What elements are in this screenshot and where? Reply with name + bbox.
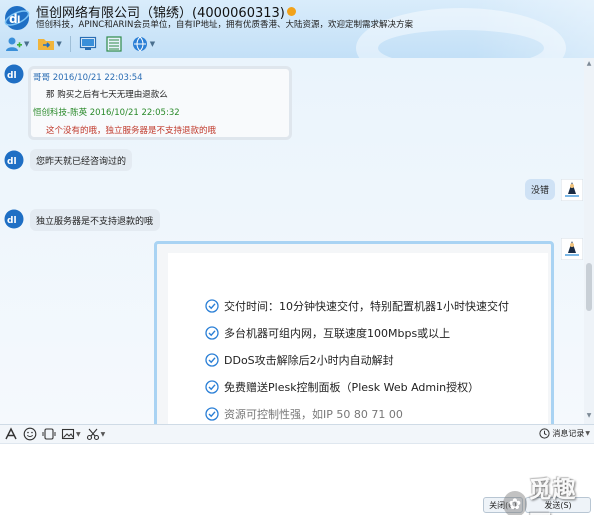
- chevron-down-icon: ▼: [56, 40, 62, 48]
- check-circle-icon: [205, 299, 219, 313]
- my-message-text: 没错: [530, 186, 549, 196]
- toolbar-divider: [69, 36, 71, 52]
- quote-text-1: 那 购买之后有七天无理由退款么: [46, 90, 168, 100]
- check-circle-icon: [205, 353, 219, 367]
- feature-text: 交付时间：10分钟快速交付，特别配置机器1小时快速交付: [224, 300, 509, 313]
- screenshot-button[interactable]: ▼: [86, 427, 106, 441]
- contact-avatar-icon[interactable]: dl: [4, 150, 24, 170]
- check-circle-icon: [205, 326, 219, 340]
- message-bubble: 您昨天就已经咨询过的: [30, 149, 132, 171]
- chevron-down-icon: ▼: [24, 40, 30, 48]
- watermark-logo-icon: ✿: [503, 491, 527, 515]
- more-apps-icon: [132, 36, 147, 52]
- remote-desktop-icon: [79, 36, 96, 50]
- svg-text:l: l: [17, 15, 20, 26]
- shake-button[interactable]: [42, 427, 56, 441]
- clock-icon: [539, 428, 550, 439]
- feature-item: 资源可控制性强，如IP 50 80 71 00: [205, 406, 403, 422]
- contact-avatar-icon[interactable]: dl: [4, 209, 24, 229]
- chevron-down-icon: ▼: [76, 430, 81, 438]
- chat-scrollbar[interactable]: ▲ ▼: [584, 58, 594, 424]
- header-toolbar: ▼ ▼ ▼: [0, 33, 157, 55]
- feature-item: 免费赠送Plesk控制面板（Plesk Web Admin授权）: [205, 379, 479, 395]
- feature-item: 交付时间：10分钟快速交付，特别配置机器1小时快速交付: [205, 298, 509, 314]
- message-bubble: 独立服务器是不支持退款的哦: [30, 209, 160, 231]
- chevron-down-icon: ▼: [100, 430, 106, 438]
- company-logo-icon[interactable]: d l: [4, 5, 30, 31]
- transfer-file-button[interactable]: ▼: [35, 34, 63, 54]
- window-subtitle: 恒创科技，APINC和ARIN会员单位，自有IP地址，拥有优质香港、大陆资源，欢…: [36, 20, 413, 30]
- image-message-card[interactable]: 交付时间：10分钟快速交付，特别配置机器1小时快速交付 多台机器可组内网，互联速…: [154, 241, 554, 424]
- feature-text: DDoS攻击解除后2小时内自动解封: [224, 354, 394, 367]
- check-circle-icon: [205, 380, 219, 394]
- emoji-button[interactable]: [23, 427, 37, 441]
- svg-text:dl: dl: [7, 71, 17, 81]
- image-message-content: 交付时间：10分钟快速交付，特别配置机器1小时快速交付 多台机器可组内网，互联速…: [168, 253, 548, 424]
- contact-avatar-icon[interactable]: dl: [4, 64, 24, 84]
- check-circle-icon: [205, 407, 219, 421]
- my-message-bubble: 没错: [525, 179, 555, 200]
- feature-text: 免费赠送Plesk控制面板（Plesk Web Admin授权）: [224, 381, 480, 394]
- scroll-down-arrow-icon[interactable]: ▼: [585, 412, 593, 420]
- quote-sender-1: 哥哥 2016/10/21 22:03:54: [33, 73, 143, 83]
- feature-item: 多台机器可组内网，互联速度100Mbps或以上: [205, 325, 450, 341]
- quote-sender-2: 恒创科技-陈英 2016/10/21 22:05:32: [33, 108, 180, 118]
- quoted-message-bubble: 哥哥 2016/10/21 22:03:54 那 购买之后有七天无理由退款么 恒…: [28, 66, 292, 140]
- transfer-file-icon: [38, 39, 55, 50]
- chat-history[interactable]: dl 哥哥 2016/10/21 22:03:54 那 购买之后有七天无理由退款…: [0, 58, 594, 424]
- svg-text:dl: dl: [7, 216, 17, 226]
- my-avatar-icon[interactable]: [561, 179, 583, 201]
- my-avatar-icon[interactable]: [561, 238, 583, 260]
- emoji-icon: [23, 427, 37, 441]
- font-button[interactable]: [4, 427, 18, 441]
- watermark: ✿ 觅趣网: [503, 470, 594, 515]
- chat-header: d l 恒创网络有限公司（锦绣）(4000060313) 恒创科技，APINC和…: [0, 0, 594, 58]
- input-toolbar: ▼ ▼ 消息记录 ▼: [0, 424, 594, 444]
- add-contact-button[interactable]: ▼: [3, 34, 31, 54]
- message-text: 您昨天就已经咨询过的: [36, 156, 127, 167]
- scroll-thumb[interactable]: [586, 263, 592, 311]
- feature-text: 资源可控制性强，如IP 50 80 71 00: [224, 408, 403, 421]
- app-panel-icon: [106, 36, 122, 52]
- feature-item: DDoS攻击解除后2小时内自动解封: [205, 352, 394, 368]
- scroll-up-arrow-icon[interactable]: ▲: [585, 60, 593, 68]
- image-button[interactable]: ▼: [61, 427, 81, 441]
- message-history-label: 消息记录: [552, 429, 585, 438]
- watermark-text: 觅趣网: [528, 477, 577, 515]
- remote-desktop-button[interactable]: [77, 34, 99, 54]
- feature-text: 多台机器可组内网，互联速度100Mbps或以上: [224, 327, 451, 340]
- app-panel-button[interactable]: [103, 34, 125, 54]
- shake-icon: [42, 428, 56, 440]
- svg-text:dl: dl: [7, 157, 17, 167]
- font-icon: [5, 427, 17, 440]
- add-contact-icon: [6, 37, 22, 51]
- chevron-down-icon: ▼: [149, 40, 156, 48]
- more-apps-button[interactable]: ▼: [129, 34, 157, 54]
- message-text: 独立服务器是不支持退款的哦: [36, 216, 154, 227]
- quote-text-2: 这个没有的哦，独立服务器是不支持退款的哦: [46, 126, 217, 136]
- header-glow: [474, 0, 594, 58]
- scissors-icon: [86, 428, 99, 441]
- chevron-down-icon: ▼: [585, 430, 590, 437]
- verified-icon: [286, 7, 296, 16]
- message-history-button[interactable]: 消息记录 ▼: [539, 428, 590, 439]
- image-icon: [61, 428, 75, 440]
